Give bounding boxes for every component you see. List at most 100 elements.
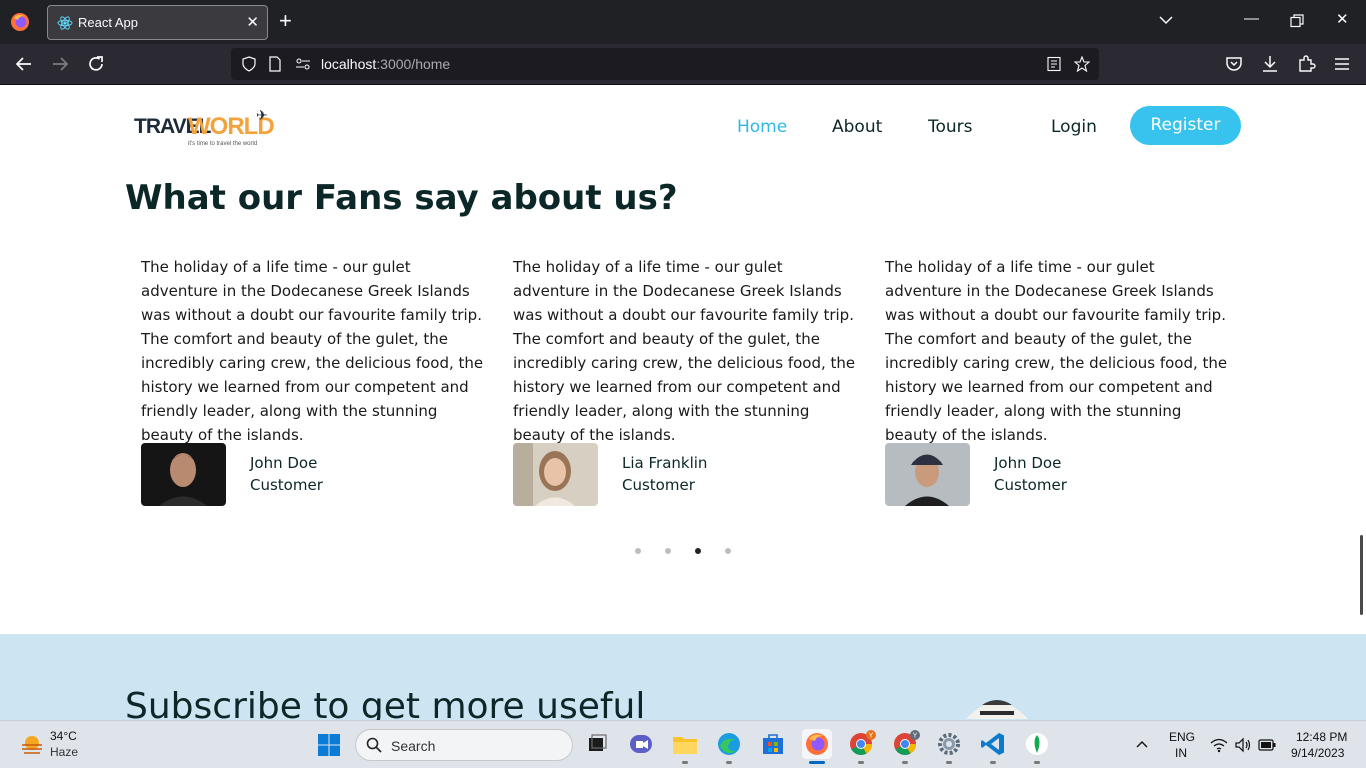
reader-view-icon[interactable] <box>1046 56 1062 72</box>
edge-button[interactable] <box>714 729 744 764</box>
testimonials-title: What our Fans say about us? <box>125 178 678 218</box>
author-name: Lia Franklin <box>622 454 708 472</box>
testimonial-text: The holiday of a life time - our gulet a… <box>885 258 1228 444</box>
back-icon[interactable] <box>14 54 34 74</box>
logo-tagline: it's time to travel the world <box>188 141 258 147</box>
minimize-button[interactable]: — <box>1244 10 1259 27</box>
forward-icon[interactable] <box>50 54 70 74</box>
weather-condition: Haze <box>50 745 79 759</box>
teams-button[interactable] <box>626 729 656 759</box>
chevron-down-icon[interactable] <box>1158 12 1174 28</box>
file-explorer-button[interactable] <box>670 729 700 764</box>
running-indicator <box>990 761 996 764</box>
testimonial-card: The holiday of a life time - our gulet a… <box>885 255 1230 506</box>
author-role: Customer <box>994 476 1067 494</box>
carousel-dot-4[interactable] <box>725 548 731 554</box>
avatar <box>141 443 226 506</box>
downloads-icon[interactable] <box>1260 54 1280 74</box>
avatar <box>513 443 598 506</box>
new-tab-button[interactable]: + <box>279 9 292 33</box>
reload-icon[interactable] <box>86 54 106 74</box>
testimonial-text: The holiday of a life time - our gulet a… <box>141 258 484 444</box>
airplane-icon: ✈ <box>256 107 268 123</box>
task-view-icon <box>589 734 607 751</box>
running-indicator <box>726 761 732 764</box>
teams-icon <box>630 735 652 753</box>
battery-icon[interactable] <box>1258 738 1276 752</box>
author-role: Customer <box>622 476 695 494</box>
browser-navigation-bar: localhost:3000/home <box>0 44 1366 85</box>
pocket-icon[interactable] <box>1224 54 1244 74</box>
subscribe-section: Subscribe to get more useful <box>0 634 1366 720</box>
carousel-dot-1[interactable] <box>635 548 641 554</box>
settings-button[interactable] <box>934 729 964 764</box>
site-permissions-icon[interactable] <box>295 56 311 72</box>
task-view-button[interactable] <box>582 729 612 759</box>
firefox-taskbar-button[interactable] <box>802 729 832 764</box>
close-tab-icon[interactable]: ✕ <box>246 13 259 31</box>
haze-weather-icon[interactable] <box>20 733 44 757</box>
language-indicator[interactable]: ENG <box>1169 730 1195 744</box>
tab-title: React App <box>78 15 138 30</box>
web-page: TRAVEL WORLD it's time to travel the wor… <box>0 85 1366 720</box>
chrome-profile-1-button[interactable]: Y <box>846 729 876 764</box>
avatar <box>885 443 970 506</box>
running-indicator <box>946 761 952 764</box>
mongodb-leaf-icon <box>1026 733 1048 755</box>
restore-button[interactable] <box>1290 14 1304 28</box>
close-window-button[interactable]: ✕ <box>1336 10 1349 28</box>
chrome-icon: Y <box>850 730 876 755</box>
vscode-icon <box>981 733 1004 755</box>
active-indicator <box>809 761 825 764</box>
url-text[interactable]: localhost:3000/home <box>321 56 450 72</box>
author-name: John Doe <box>994 454 1062 472</box>
url-bar[interactable]: localhost:3000/home <box>231 48 1099 80</box>
carousel-dot-3[interactable] <box>695 548 701 554</box>
vscode-button[interactable] <box>978 729 1008 764</box>
bookmark-star-icon[interactable] <box>1074 56 1090 72</box>
nav-about[interactable]: About <box>832 117 882 137</box>
carousel-dot-2[interactable] <box>665 548 671 554</box>
testimonial-card: The holiday of a life time - our gulet a… <box>141 255 486 506</box>
browser-tab-bar: React App ✕ + — ✕ <box>0 0 1366 44</box>
search-placeholder: Search <box>391 738 436 754</box>
clock-date[interactable]: 9/14/2023 <box>1291 746 1344 760</box>
volume-icon[interactable] <box>1234 737 1252 753</box>
weather-temperature: 34°C <box>50 729 77 743</box>
author-name: John Doe <box>250 454 318 472</box>
running-indicator <box>682 761 688 764</box>
wifi-icon[interactable] <box>1210 737 1228 753</box>
menu-icon[interactable] <box>1332 54 1352 74</box>
react-icon <box>57 16 73 30</box>
url-host: localhost <box>321 56 377 72</box>
page-scrollbar[interactable] <box>1360 535 1363 615</box>
extensions-icon[interactable] <box>1296 54 1316 74</box>
register-button[interactable]: Register <box>1130 106 1241 145</box>
author-role: Customer <box>250 476 323 494</box>
chevron-up-icon[interactable] <box>1136 739 1148 749</box>
testimonial-card: The holiday of a life time - our gulet a… <box>513 255 858 506</box>
tab-react-app[interactable]: React App ✕ <box>47 5 268 40</box>
login-button[interactable]: Login <box>1051 117 1097 137</box>
store-icon <box>763 734 783 754</box>
mongodb-compass-button[interactable] <box>1022 729 1052 764</box>
search-icon <box>366 737 382 753</box>
folder-icon <box>673 737 697 754</box>
clock-time[interactable]: 12:48 PM <box>1296 730 1347 744</box>
page-icon <box>269 56 281 72</box>
running-indicator <box>858 761 864 764</box>
site-logo[interactable]: TRAVEL WORLD it's time to travel the wor… <box>132 107 275 149</box>
chrome-profile-2-button[interactable]: Y <box>890 729 920 764</box>
region-indicator: IN <box>1175 746 1187 760</box>
running-indicator <box>1034 761 1040 764</box>
profile-badge: Y <box>913 733 918 740</box>
taskbar-search[interactable]: Search <box>355 729 573 761</box>
windows-start-icon[interactable] <box>317 733 341 757</box>
profile-badge: Y <box>869 733 874 740</box>
nav-tours[interactable]: Tours <box>928 117 973 137</box>
shield-icon[interactable] <box>241 56 257 72</box>
nav-home[interactable]: Home <box>737 117 787 137</box>
firefox-icon[interactable] <box>10 12 30 32</box>
url-path: :3000/home <box>376 56 451 72</box>
microsoft-store-button[interactable] <box>758 729 788 759</box>
